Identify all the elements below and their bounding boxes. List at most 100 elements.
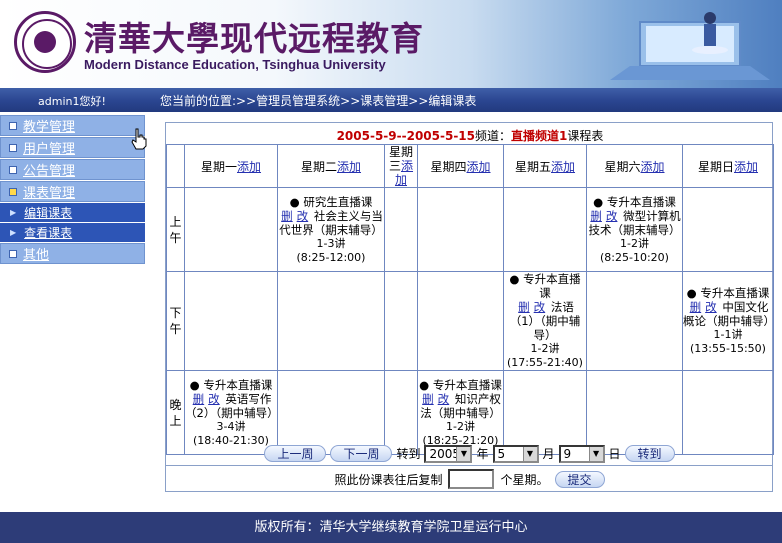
breadcrumb: 您当前的位置:>>管理员管理系统>>课表管理>>编辑课表: [160, 94, 477, 108]
day-header-mon: 星期一添加: [184, 144, 278, 188]
course-lectures: 1-2讲: [446, 419, 475, 433]
next-week-button[interactable]: 下一周: [330, 445, 393, 462]
channel-prefix: 频道：: [475, 129, 512, 143]
sidebar-item-label: 其他: [23, 248, 50, 263]
user-greeting: admin1您好!: [38, 95, 106, 108]
edit-course-link[interactable]: 改: [534, 300, 546, 314]
schedule-title: 2005-5-9--2005-5-15频道：直播频道1课程表: [166, 127, 774, 144]
course-time: (13:55-15:50): [690, 342, 766, 355]
delete-course-link[interactable]: 删: [422, 392, 434, 406]
submit-button[interactable]: 提交: [554, 470, 605, 488]
sidebar-item-announcements[interactable]: 公告管理: [0, 159, 145, 180]
day-select[interactable]: 9 ▼: [558, 444, 605, 463]
copy-suffix: 个星期。: [500, 472, 549, 487]
add-course-link[interactable]: 添加: [237, 160, 261, 174]
add-course-link[interactable]: 添加: [337, 160, 361, 174]
schedule-panel: 2005-5-9--2005-5-15频道：直播频道1课程表 星期一添加 星期二…: [165, 122, 775, 492]
add-course-link[interactable]: 添加: [551, 160, 575, 174]
course-type: 专升本直播课: [185, 378, 277, 392]
sidebar-subitem-label: 编辑课表: [24, 206, 73, 220]
sidebar-item-users[interactable]: 用户管理: [0, 137, 145, 158]
goto-button[interactable]: 转到: [624, 445, 675, 462]
day-header-tue: 星期二添加: [277, 144, 385, 188]
schedule-cell: [417, 271, 504, 371]
course-lectures: 3-4讲: [216, 419, 246, 433]
day-header-fri: 星期五添加: [503, 144, 587, 188]
add-course-link[interactable]: 添加: [641, 160, 665, 174]
schedule-cell: 专升本直播课 删改 中国文化概论（期中辅导） 1-1讲 (13:55-15:50…: [682, 271, 775, 371]
week-navigation: 上一周 下一周 转到 2005 ▼ 年 5 ▼ 月 9 ▼ 日 转到: [166, 442, 773, 466]
day-header-thu: 星期四添加: [417, 144, 504, 188]
sidebar-subitem-view-schedule[interactable]: ▶ 查看课表: [0, 223, 145, 242]
edit-course-link[interactable]: 改: [606, 209, 618, 223]
edit-course-link[interactable]: 改: [297, 209, 309, 223]
site-title-en: Modern Distance Education, Tsinghua Univ…: [84, 57, 386, 72]
copy-weeks-input[interactable]: [448, 469, 495, 489]
sidebar-item-teaching[interactable]: 教学管理: [0, 115, 145, 136]
period-morning: 上午: [166, 187, 185, 272]
edit-course-link[interactable]: 改: [705, 300, 717, 314]
period-afternoon: 下午: [166, 271, 185, 371]
add-course-link[interactable]: 添加: [734, 160, 758, 174]
edit-course-link[interactable]: 改: [208, 392, 220, 406]
square-bullet-icon: [9, 249, 17, 258]
dropdown-arrow-icon: ▼: [522, 446, 537, 461]
day-header-sat: 星期六添加: [586, 144, 683, 188]
schedule-cell: [682, 187, 774, 272]
schedule-cell: [384, 271, 418, 371]
channel-name: 直播频道1: [511, 129, 568, 143]
schedule-cell: [277, 271, 385, 371]
delete-course-link[interactable]: 删: [690, 300, 702, 314]
month-select[interactable]: 5 ▼: [492, 444, 539, 463]
year-select[interactable]: 2005 ▼: [424, 444, 473, 463]
hand-cursor-icon: [131, 128, 147, 150]
schedule-cell: [384, 187, 418, 272]
square-bullet-icon: [9, 143, 17, 152]
square-bullet-icon: [9, 121, 17, 130]
course-time: (8:25-12:00): [296, 250, 366, 264]
sidebar-item-label: 教学管理: [23, 120, 76, 135]
sidebar-item-label: 公告管理: [23, 164, 76, 179]
delete-course-link[interactable]: 删: [193, 392, 205, 406]
delete-course-link[interactable]: 删: [590, 209, 602, 223]
tsinghua-seal-logo: [14, 11, 76, 73]
course-type: 研究生直播课: [278, 195, 384, 209]
arrow-icon: ▶: [10, 208, 17, 217]
course-type: 专升本直播课: [683, 286, 773, 300]
arrow-icon: ▶: [10, 228, 17, 237]
course-lectures: 1-2讲: [620, 236, 649, 250]
sidebar-item-other[interactable]: 其他: [0, 243, 145, 264]
course-entry: 专升本直播课 删改 知识产权法（期中辅导） 1-2讲 (18:25-21:20): [418, 378, 503, 448]
edit-course-link[interactable]: 改: [438, 392, 450, 406]
goto-label: 转到: [396, 447, 421, 461]
year-unit: 年: [476, 447, 489, 461]
site-title-cn: 清華大學现代远程教育: [84, 19, 424, 58]
banner-illustration: [610, 12, 770, 80]
sidebar-item-schedule[interactable]: 课表管理: [0, 181, 145, 202]
prev-week-button[interactable]: 上一周: [264, 445, 327, 462]
course-time: (17:55-21:40): [507, 356, 583, 369]
course-lectures: 1-2讲: [530, 342, 560, 355]
header-banner: 清華大學现代远程教育 Modern Distance Education, Ts…: [0, 0, 782, 88]
copy-schedule-row: 照此份课表往后复制 个星期。 提交: [166, 467, 773, 491]
schedule-cell: 专升本直播课 删改 微型计算机技术（期末辅导） 1-2讲 (8:25-10:20…: [586, 187, 683, 272]
add-course-link[interactable]: 添加: [467, 160, 491, 174]
course-lectures: 1-1讲: [713, 328, 743, 341]
sidebar-subitem-edit-schedule[interactable]: ▶ 编辑课表: [0, 203, 145, 222]
course-type: 专升本直播课: [587, 195, 682, 209]
delete-course-link[interactable]: 删: [281, 209, 293, 223]
square-bullet-icon: [9, 187, 17, 196]
course-entry: 专升本直播课 删改 英语写作（2）（期中辅导） 3-4讲 (18:40-21:3…: [185, 378, 279, 448]
footer: 版权所有：清华大学继续教育学院卫星运行中心: [0, 512, 782, 543]
weekly-schedule-table: 星期一添加 星期二添加 星期三添加 星期四添加 星期五添加 星期六添加 星期日添…: [166, 144, 775, 455]
square-bullet-icon: [9, 165, 17, 174]
sidebar-subitem-label: 查看课表: [24, 226, 73, 240]
course-entry: 专升本直播课 删改 微型计算机技术（期末辅导） 1-2讲 (8:25-10:20…: [587, 195, 682, 265]
sidebar-item-label: 课表管理: [23, 186, 76, 201]
month-unit: 月: [542, 447, 555, 461]
schedule-cell: [586, 271, 683, 371]
dropdown-arrow-icon: ▼: [456, 446, 471, 461]
delete-course-link[interactable]: 删: [518, 300, 530, 314]
schedule-cell: [417, 187, 504, 272]
schedule-suffix: 课程表: [567, 129, 604, 143]
